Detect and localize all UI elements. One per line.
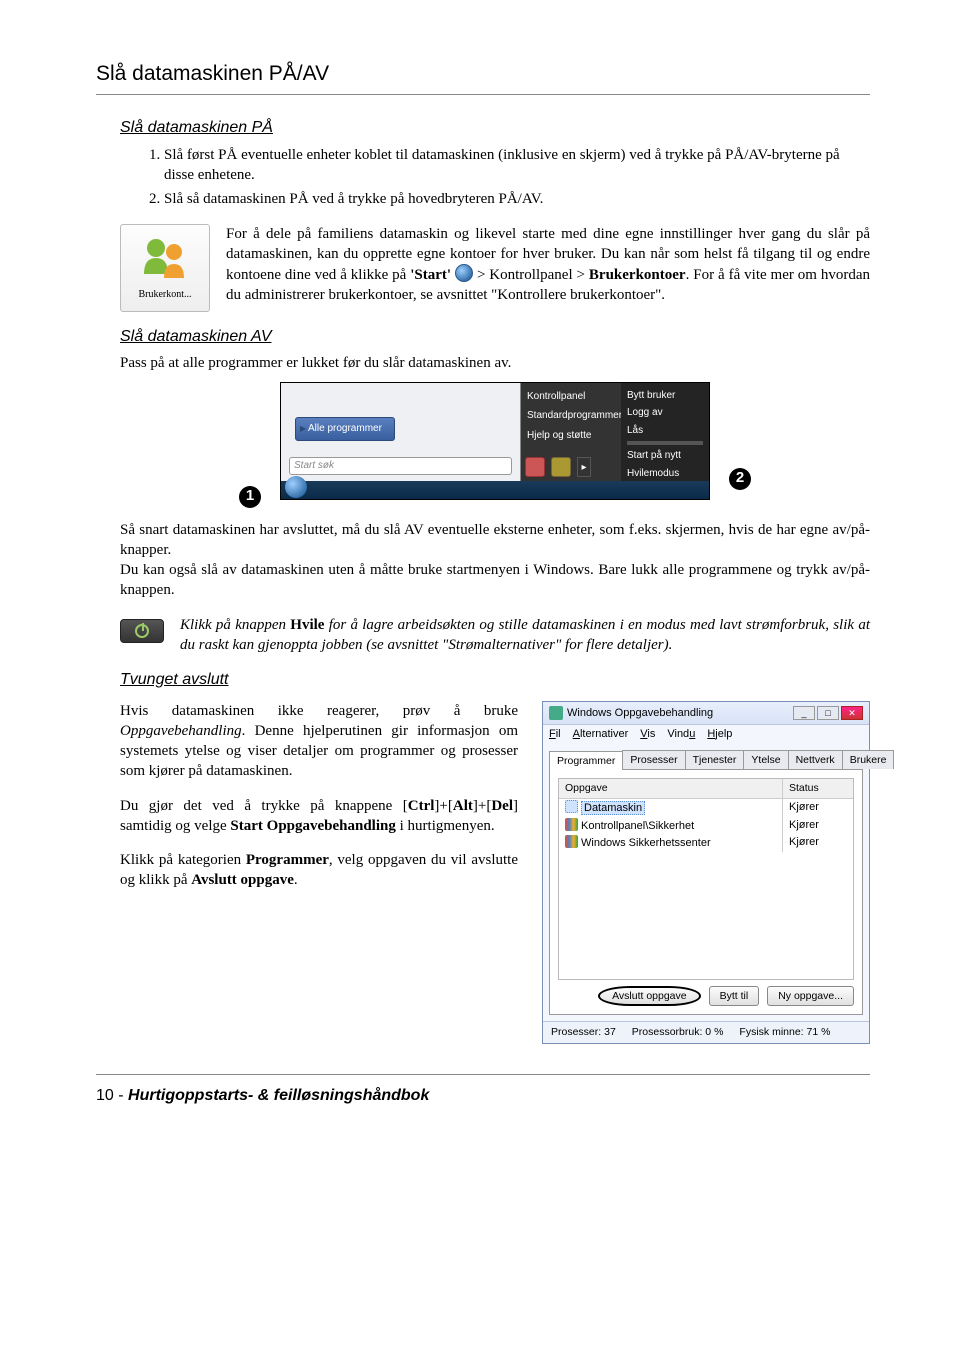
switch-to-button: Bytt til — [709, 986, 760, 1006]
close-icon: ✕ — [841, 706, 863, 720]
window-title: Windows Oppgavebehandling — [567, 706, 713, 721]
tab-performance: Ytelse — [743, 750, 788, 769]
power-on-list: Slå først PÅ eventuelle enheter koblet t… — [142, 145, 870, 210]
user-accounts-info: For å dele på familiens datamaskin og li… — [226, 224, 870, 306]
sleep-info: Klikk på knappen Hvile for å lagre arbei… — [180, 615, 870, 656]
start-menu-screenshot: ▶ Alle programmer Start søk Kontrollpane… — [280, 382, 710, 500]
maximize-icon: □ — [817, 706, 839, 720]
menu-bar: FFilil Alternativer Vis Vindu Hjelp — [543, 725, 869, 744]
tab-services: Tjenester — [685, 750, 745, 769]
user-accounts-icon: Brukerkont... — [120, 224, 210, 312]
heading-power-off: Slå datamaskinen AV — [120, 326, 870, 348]
callout-1: 1 — [239, 486, 261, 508]
table-row: Kontrollpanel\Sikkerhet Kjører — [559, 817, 853, 835]
status-bar: Prosesser: 37 Prosessorbruk: 0 % Fysisk … — [543, 1021, 869, 1042]
callout-2: 2 — [729, 468, 751, 490]
task-manager-window: Windows Oppgavebehandling _ □ ✕ FFilil A… — [542, 701, 870, 1044]
heading-forced-shutdown: Tvunget avslutt — [120, 669, 870, 691]
forced-shutdown-text: Hvis datamaskinen ikke reagerer, prøv å … — [120, 701, 518, 905]
minimize-icon: _ — [793, 706, 815, 720]
start-search-input: Start søk — [289, 457, 512, 475]
table-row: Windows Sikkerhetssenter Kjører — [559, 834, 853, 852]
after-shutdown-text-1: Så snart datamaskinen har avsluttet, må … — [120, 520, 870, 561]
start-orb-icon — [285, 476, 307, 498]
tab-users: Brukere — [842, 750, 895, 769]
tab-networking: Nettverk — [788, 750, 843, 769]
new-task-button: Ny oppgave... — [767, 986, 854, 1006]
list-item: Slå så datamaskinen PÅ ved å trykke på h… — [164, 189, 870, 209]
tab-processes: Prosesser — [622, 750, 685, 769]
shutdown-arrow-icon: ▸ — [577, 457, 591, 477]
sleep-button-icon — [120, 619, 164, 643]
shield-icon — [565, 818, 578, 831]
after-shutdown-text-2: Du kan også slå av datamaskinen uten å m… — [120, 560, 870, 601]
user-accounts-label: Brukerkont... — [138, 288, 191, 302]
list-item: Slå først PÅ eventuelle enheter koblet t… — [164, 145, 870, 186]
tab-bar: Programmer Prosesser Tjenester Ytelse Ne… — [549, 750, 863, 769]
heading-power-on: Slå datamaskinen PÅ — [120, 117, 870, 139]
divider — [96, 1074, 870, 1075]
all-programs-button: ▶ Alle programmer — [295, 417, 395, 441]
table-row: Datamaskin Kjører — [559, 799, 853, 817]
shutdown-submenu: Bytt bruker Logg av Lås Start på nytt Hv… — [621, 383, 709, 481]
taskbar — [281, 481, 709, 499]
power-off-text: Pass på at alle programmer er lukket før… — [120, 353, 870, 373]
window-icon — [549, 706, 563, 720]
page-title: Slå datamaskinen PÅ/AV — [96, 60, 870, 95]
power-button-icon — [525, 457, 545, 477]
task-list: Oppgave Status Datamaskin Kjører Kontrol… — [558, 778, 854, 980]
start-orb-icon — [455, 264, 473, 282]
page-footer: 10 - Hurtigoppstarts- & feilløsningshånd… — [96, 1085, 870, 1107]
end-task-button: Avslutt oppgave — [598, 986, 701, 1006]
tab-programs: Programmer — [549, 751, 623, 770]
shield-icon — [565, 835, 578, 848]
lock-button-icon — [551, 457, 571, 477]
computer-icon — [565, 800, 578, 813]
